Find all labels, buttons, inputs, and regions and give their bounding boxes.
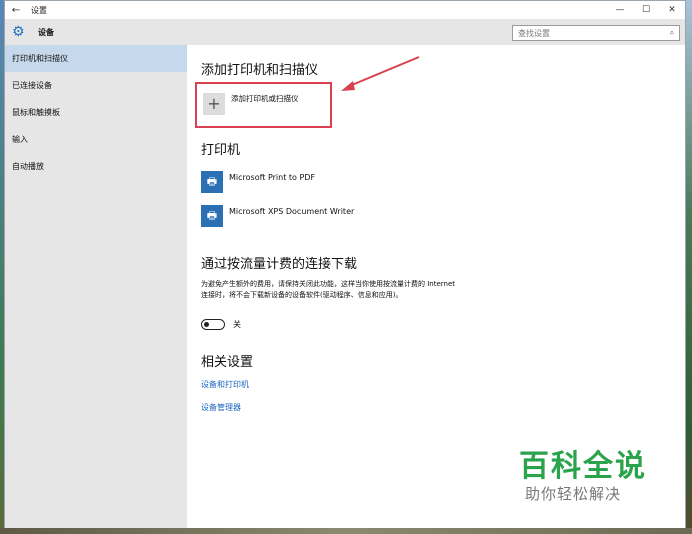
printer-icon: 🖶 [201, 171, 223, 193]
printers-section-title: 打印机 [201, 143, 241, 158]
metered-section-title: 通过按流量计费的连接下载 [201, 257, 358, 272]
minimize-button[interactable]: — [607, 5, 633, 15]
device-manager-link[interactable]: 设备管理器 [201, 402, 241, 413]
main-content: 添加打印机和扫描仪 + 添加打印机或扫描仪 打印机 🖶 Microsoft Pr… [187, 45, 685, 528]
add-section-title: 添加打印机和扫描仪 [201, 63, 319, 78]
sidebar-item-label: 打印机和扫描仪 [12, 54, 68, 63]
related-settings-title: 相关设置 [201, 355, 254, 370]
header-strip: 查找设置 ⌕ [187, 19, 685, 45]
sidebar-header: ⚙ 设备 [5, 19, 187, 45]
sidebar-item-input[interactable]: 输入 [5, 126, 187, 153]
sidebar-item-label: 已连接设备 [12, 81, 52, 90]
printer-icon: 🖶 [201, 205, 223, 227]
red-arrow-annotation [341, 56, 420, 91]
devices-printers-link[interactable]: 设备和打印机 [201, 379, 249, 390]
watermark-subtitle: 助你轻松解决 [525, 485, 622, 503]
printer-name: Microsoft XPS Document Writer [229, 206, 355, 216]
plus-icon[interactable]: + [203, 93, 225, 115]
sidebar-header-label: 设备 [38, 27, 54, 37]
sidebar-item-label: 自动播放 [12, 162, 44, 171]
printer-name: Microsoft Print to PDF [229, 172, 316, 182]
search-icon[interactable]: ⌕ [665, 28, 679, 38]
sidebar-item-label: 输入 [12, 135, 28, 144]
metered-description: 为避免产生额外的费用，请保持关闭此功能，这样当你使用按流量计费的 Interne… [201, 280, 456, 299]
title-bar: ← 设置 — ☐ ✕ [5, 1, 685, 19]
window-title: 设置 [31, 5, 47, 15]
metered-toggle-row: 关 [201, 319, 241, 330]
toggle-knob [204, 321, 209, 327]
maximize-button[interactable]: ☐ [633, 5, 659, 15]
search-input[interactable]: 查找设置 [518, 28, 665, 39]
add-printer-button[interactable]: 添加打印机或扫描仪 [231, 93, 299, 104]
sidebar-item-label: 鼠标和触摸板 [12, 108, 60, 117]
add-printer-highlight: + 添加打印机或扫描仪 [195, 82, 332, 128]
desktop-background-right [686, 0, 692, 534]
desktop-background-bottom [0, 528, 692, 534]
sidebar: ⚙ 设备 打印机和扫描仪 已连接设备 鼠标和触摸板 输入 自动播放 [5, 19, 187, 528]
sidebar-item-connected-devices[interactable]: 已连接设备 [5, 72, 187, 99]
sidebar-item-mouse-touchpad[interactable]: 鼠标和触摸板 [5, 99, 187, 126]
printer-item-pdf[interactable]: 🖶 Microsoft Print to PDF [201, 171, 315, 193]
settings-window: ← 设置 — ☐ ✕ ⚙ 设备 打印机和扫描仪 已连接设备 鼠标和触摸板 输入 … [4, 0, 686, 528]
toggle-state-label: 关 [233, 320, 241, 329]
back-button[interactable]: ← [5, 5, 27, 16]
sidebar-item-autoplay[interactable]: 自动播放 [5, 153, 187, 180]
gear-icon: ⚙ [12, 24, 25, 40]
watermark-title: 百科全说 [519, 449, 647, 484]
sidebar-item-printers-scanners[interactable]: 打印机和扫描仪 [5, 45, 187, 72]
search-box[interactable]: 查找设置 ⌕ [512, 25, 680, 41]
close-button[interactable]: ✕ [659, 5, 685, 15]
metered-toggle-switch[interactable] [201, 319, 225, 330]
printer-item-xps[interactable]: 🖶 Microsoft XPS Document Writer [201, 205, 354, 227]
